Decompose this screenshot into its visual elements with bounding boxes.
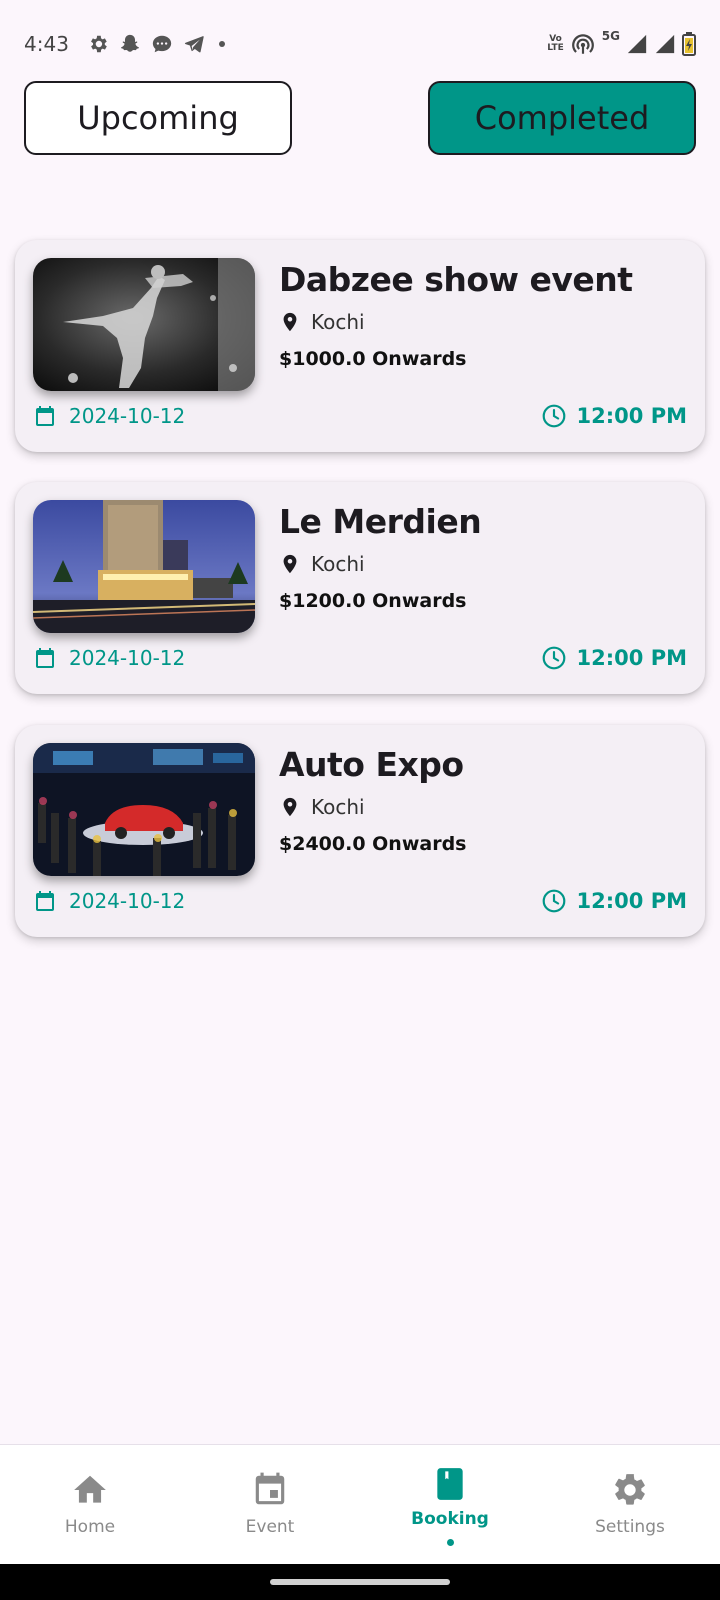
clock-icon bbox=[542, 404, 565, 428]
calendar-icon bbox=[36, 648, 54, 668]
booking-card[interactable]: Auto Expo Kochi $2400.0 Onwards 2024-10-… bbox=[15, 725, 705, 937]
snapchat-icon bbox=[120, 34, 139, 52]
event-time: 12:00 PM bbox=[541, 888, 687, 914]
nav-label-event: Event bbox=[245, 1517, 295, 1537]
event-thumbnail bbox=[33, 500, 255, 633]
upcoming-tab-button[interactable]: Upcoming bbox=[24, 81, 292, 155]
date-text: 2024-10-12 bbox=[69, 646, 186, 670]
status-bar: 4:43 Vo LTE 5G bbox=[0, 0, 720, 88]
event-date: 2024-10-12 bbox=[33, 404, 185, 428]
nav-label-settings: Settings bbox=[595, 1517, 665, 1537]
network-type: 5G bbox=[601, 29, 620, 43]
notification-icons bbox=[87, 33, 225, 55]
home-icon bbox=[74, 1475, 106, 1503]
clock-icon bbox=[542, 646, 565, 670]
event-title: Auto Expo bbox=[279, 745, 464, 784]
bottom-navigation: Home Event Booking Settings bbox=[0, 1444, 720, 1564]
active-indicator-dot bbox=[446, 1539, 454, 1546]
calendar-icon bbox=[36, 891, 54, 911]
event-price: $2400.0 Onwards bbox=[279, 833, 467, 855]
event-time: 12:00 PM bbox=[541, 645, 687, 671]
calendar-icon bbox=[36, 406, 54, 426]
completed-tab-button[interactable]: Completed bbox=[428, 81, 696, 155]
location-text: Kochi bbox=[311, 310, 365, 334]
hotspot-icon bbox=[571, 34, 594, 54]
nav-item-booking[interactable]: Booking bbox=[360, 1445, 540, 1564]
status-time: 4:43 bbox=[24, 32, 69, 56]
signal-icon-1 bbox=[627, 34, 647, 54]
bookmark-book-icon bbox=[437, 1468, 463, 1500]
event-time: 12:00 PM bbox=[541, 403, 687, 429]
event-title: Dabzee show event bbox=[279, 260, 633, 299]
more-notifications-dot bbox=[218, 41, 225, 47]
location-text: Kochi bbox=[311, 795, 365, 819]
settings-notification-icon bbox=[90, 35, 107, 53]
message-icon bbox=[152, 35, 172, 53]
nav-item-settings[interactable]: Settings bbox=[540, 1445, 720, 1564]
system-gesture-area bbox=[0, 1564, 720, 1600]
event-location: Kochi bbox=[279, 795, 365, 819]
clock-icon bbox=[542, 889, 565, 913]
calendar-event-icon bbox=[255, 1472, 285, 1505]
nav-label-home: Home bbox=[64, 1517, 116, 1537]
event-thumbnail bbox=[33, 258, 255, 391]
time-text: 12:00 PM bbox=[576, 889, 687, 913]
booking-card[interactable]: Dabzee show event Kochi $1000.0 Onwards … bbox=[15, 240, 705, 452]
event-price: $1000.0 Onwards bbox=[279, 348, 467, 370]
event-location: Kochi bbox=[279, 310, 365, 334]
system-status-icons: Vo LTE 5G bbox=[547, 29, 696, 57]
telegram-icon bbox=[184, 36, 204, 53]
location-pin-icon bbox=[283, 554, 297, 574]
event-date: 2024-10-12 bbox=[33, 889, 185, 913]
booking-card[interactable]: Le Merdien Kochi $1200.0 Onwards 2024-10… bbox=[15, 482, 705, 694]
event-title: Le Merdien bbox=[279, 502, 482, 541]
nav-item-event[interactable]: Event bbox=[180, 1445, 360, 1564]
event-date: 2024-10-12 bbox=[33, 646, 185, 670]
battery-icon bbox=[682, 32, 696, 56]
location-pin-icon bbox=[283, 797, 297, 817]
volte-icon: Vo LTE bbox=[547, 35, 564, 53]
event-thumbnail bbox=[33, 743, 255, 876]
event-location: Kochi bbox=[279, 552, 365, 576]
date-text: 2024-10-12 bbox=[69, 404, 186, 428]
volte-line2: LTE bbox=[547, 43, 564, 53]
time-text: 12:00 PM bbox=[576, 404, 687, 428]
location-pin-icon bbox=[283, 312, 297, 332]
home-gesture-handle[interactable] bbox=[270, 1579, 450, 1585]
signal-icon-2 bbox=[655, 34, 675, 54]
date-text: 2024-10-12 bbox=[69, 889, 186, 913]
gear-icon bbox=[615, 1474, 645, 1505]
event-price: $1200.0 Onwards bbox=[279, 590, 467, 612]
time-text: 12:00 PM bbox=[576, 646, 687, 670]
nav-label-booking: Booking bbox=[411, 1509, 489, 1529]
nav-item-home[interactable]: Home bbox=[0, 1445, 180, 1564]
location-text: Kochi bbox=[311, 552, 365, 576]
